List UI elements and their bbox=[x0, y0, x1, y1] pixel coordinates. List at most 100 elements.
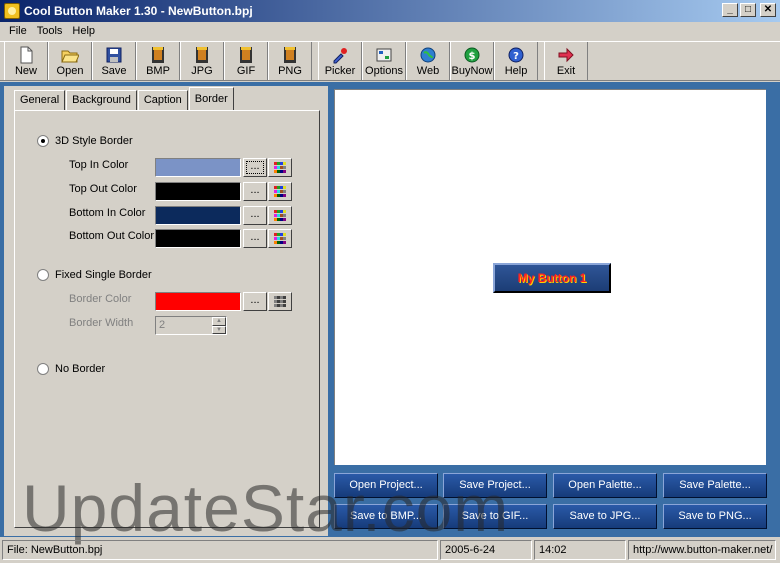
bottom-in-color-browse-button[interactable]: ... bbox=[243, 206, 267, 225]
open-project-button[interactable]: Open Project... bbox=[334, 473, 438, 498]
spin-up-icon[interactable]: ▲ bbox=[212, 317, 226, 326]
status-time: 14:02 bbox=[534, 540, 626, 560]
bottom-in-color-swatch[interactable] bbox=[155, 206, 241, 225]
save-project-button[interactable]: Save Project... bbox=[443, 473, 547, 498]
tab-strip: General Background Caption Border bbox=[14, 87, 235, 110]
tab-general[interactable]: General bbox=[14, 90, 66, 110]
border-width-spinner[interactable]: 2 ▲ ▼ bbox=[155, 316, 227, 335]
options-icon bbox=[376, 48, 392, 62]
palette-cell bbox=[283, 210, 286, 213]
border-color-palette-button[interactable] bbox=[268, 292, 292, 311]
palette-cell bbox=[283, 300, 286, 303]
palette-cell bbox=[283, 296, 286, 299]
help-icon: ? bbox=[508, 47, 524, 63]
exit-button[interactable]: Exit bbox=[544, 42, 588, 80]
status-url: http://www.button-maker.net/ bbox=[628, 540, 776, 560]
top-in-color-label: Top In Color bbox=[69, 159, 129, 171]
border-color-label: Border Color bbox=[69, 293, 132, 305]
gif-button[interactable]: GIF bbox=[224, 42, 268, 80]
palette-cell bbox=[283, 186, 286, 189]
save-to-gif-button[interactable]: Save to GIF... bbox=[443, 504, 547, 529]
palette-icon bbox=[274, 233, 286, 244]
radio-fixed-single-label: Fixed Single Border bbox=[55, 269, 152, 281]
status-date: 2005-6-24 bbox=[440, 540, 532, 560]
eyedropper-icon bbox=[333, 48, 347, 64]
status-bar: File: NewButton.bpj 2005-6-24 14:02 http… bbox=[0, 538, 780, 563]
jpg-film-icon bbox=[196, 47, 208, 63]
radio-unchecked-icon bbox=[37, 269, 49, 281]
globe-icon bbox=[420, 47, 436, 63]
minimize-button[interactable]: _ bbox=[722, 3, 738, 17]
top-out-color-browse-button[interactable]: ... bbox=[243, 182, 267, 201]
radio-no-border-label: No Border bbox=[55, 363, 106, 375]
palette-icon bbox=[274, 186, 286, 197]
palette-cell bbox=[283, 214, 286, 217]
picker-button[interactable]: Picker bbox=[318, 42, 362, 80]
palette-icon bbox=[274, 162, 286, 173]
svg-text:?: ? bbox=[513, 51, 519, 62]
help-button[interactable]: ? Help bbox=[494, 42, 538, 80]
save-to-png-button[interactable]: Save to PNG... bbox=[663, 504, 767, 529]
border-color-swatch[interactable] bbox=[155, 292, 241, 311]
radio-no-border[interactable]: No Border bbox=[37, 363, 105, 375]
close-button[interactable]: ✕ bbox=[760, 3, 776, 17]
spinner-arrows: ▲ ▼ bbox=[212, 317, 226, 334]
radio-3d-style-border[interactable]: 3D Style Border bbox=[37, 135, 133, 147]
border-color-browse-button[interactable]: ... bbox=[243, 292, 267, 311]
settings-panel: General Background Caption Border 3D Sty… bbox=[4, 86, 328, 536]
border-width-label: Border Width bbox=[69, 317, 134, 329]
palette-cell bbox=[283, 233, 286, 236]
tab-border[interactable]: Border bbox=[188, 87, 234, 110]
svg-text:$: $ bbox=[469, 51, 476, 62]
tab-caption[interactable]: Caption bbox=[137, 90, 188, 110]
radio-3d-style-label: 3D Style Border bbox=[55, 135, 133, 147]
preview-button[interactable]: My Button 1 bbox=[493, 263, 611, 293]
save-palette-button[interactable]: Save Palette... bbox=[663, 473, 767, 498]
top-in-color-swatch[interactable] bbox=[155, 158, 241, 177]
menu-tools[interactable]: Tools bbox=[32, 25, 68, 37]
bottom-out-color-palette-button[interactable] bbox=[268, 229, 292, 248]
new-file-icon bbox=[20, 46, 33, 64]
title-bar: Cool Button Maker 1.30 - NewButton.bpj _… bbox=[0, 0, 780, 22]
menu-help[interactable]: Help bbox=[67, 25, 100, 37]
web-button[interactable]: Web bbox=[406, 42, 450, 80]
maximize-button[interactable]: □ bbox=[740, 3, 756, 17]
buynow-button[interactable]: $ BuyNow bbox=[450, 42, 494, 80]
options-button[interactable]: Options bbox=[362, 42, 406, 80]
bottom-in-color-palette-button[interactable] bbox=[268, 206, 292, 225]
bottom-out-color-browse-button[interactable]: ... bbox=[243, 229, 267, 248]
menu-bar: File Tools Help bbox=[0, 22, 780, 40]
new-button[interactable]: New bbox=[4, 42, 48, 80]
top-out-color-swatch[interactable] bbox=[155, 182, 241, 201]
radio-fixed-single-border[interactable]: Fixed Single Border bbox=[37, 269, 152, 281]
save-to-bmp-button[interactable]: Save to BMP... bbox=[334, 504, 438, 529]
open-palette-button[interactable]: Open Palette... bbox=[553, 473, 657, 498]
window-controls: _ □ ✕ bbox=[722, 3, 776, 17]
status-file: File: NewButton.bpj bbox=[2, 540, 438, 560]
exit-arrow-icon bbox=[558, 47, 574, 63]
palette-cell bbox=[283, 166, 286, 169]
palette-cell bbox=[283, 190, 286, 193]
bottom-out-color-label: Bottom Out Color bbox=[69, 230, 154, 242]
png-film-icon bbox=[284, 47, 296, 63]
menu-file[interactable]: File bbox=[4, 25, 32, 37]
png-button[interactable]: PNG bbox=[268, 42, 312, 80]
jpg-button[interactable]: JPG bbox=[180, 42, 224, 80]
palette-cell bbox=[283, 218, 286, 221]
toolbar: New Open Save BMP JPG GIF PNG Picker Opt… bbox=[0, 41, 780, 81]
spin-down-icon[interactable]: ▼ bbox=[212, 325, 226, 334]
top-out-color-palette-button[interactable] bbox=[268, 182, 292, 201]
bmp-film-icon bbox=[152, 47, 164, 63]
open-button[interactable]: Open bbox=[48, 42, 92, 80]
border-width-value: 2 bbox=[159, 319, 166, 331]
save-disk-icon bbox=[106, 47, 122, 63]
bmp-button[interactable]: BMP bbox=[136, 42, 180, 80]
palette-icon bbox=[274, 296, 286, 307]
top-in-color-browse-button[interactable]: ... bbox=[243, 158, 267, 177]
save-button[interactable]: Save bbox=[92, 42, 136, 80]
top-in-color-palette-button[interactable] bbox=[268, 158, 292, 177]
tab-background[interactable]: Background bbox=[66, 90, 137, 110]
save-to-jpg-button[interactable]: Save to JPG... bbox=[553, 504, 657, 529]
bottom-out-color-swatch[interactable] bbox=[155, 229, 241, 248]
palette-cell bbox=[283, 194, 286, 197]
